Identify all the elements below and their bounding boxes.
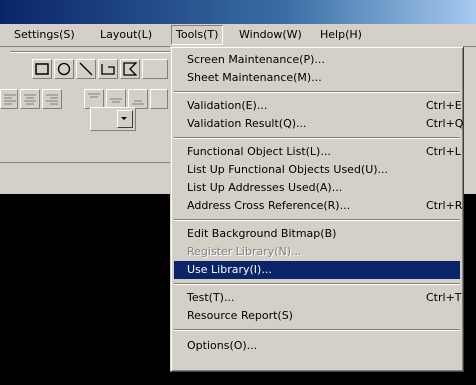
menu-item-shortcut: Ctrl+E	[426, 99, 462, 112]
polyline-icon	[101, 64, 115, 75]
line-tool-button[interactable]	[76, 59, 96, 79]
menu-item-register-library: Register Library(N)...	[174, 243, 460, 261]
menu-item-list-up-addresses[interactable]: List Up Addresses Used(A)...	[174, 179, 460, 197]
valign-middle-button[interactable]	[106, 89, 126, 109]
menu-item-sheet-maintenance[interactable]: Sheet Maintenance(M)...	[174, 69, 460, 87]
dropdown-button[interactable]	[117, 110, 133, 128]
menu-item-resource-report[interactable]: Resource Report(S)	[174, 307, 460, 325]
menu-item-address-cross-reference[interactable]: Address Cross Reference(R)... Ctrl+R	[174, 197, 463, 215]
align-bottom-icon	[132, 100, 144, 105]
align-top-icon	[88, 93, 100, 98]
style-dropdown[interactable]	[90, 107, 136, 131]
align-left-button[interactable]	[0, 89, 18, 109]
menu-item-options[interactable]: Options(O)...	[174, 337, 460, 355]
menu-separator	[174, 219, 460, 221]
menu-layout[interactable]: Layout(L)	[96, 26, 156, 44]
menu-item-shortcut: Ctrl+Q	[426, 117, 464, 130]
menu-item-label: Sheet Maintenance(M)...	[187, 71, 322, 84]
menu-separator	[174, 283, 460, 285]
menu-separator	[174, 137, 460, 139]
menu-window[interactable]: Window(W)	[235, 26, 306, 44]
menu-separator	[174, 91, 460, 93]
align-right-button[interactable]	[42, 89, 62, 109]
circle-tool-button[interactable]	[54, 59, 74, 79]
more-align-button[interactable]	[150, 89, 168, 109]
menu-item-validation-result[interactable]: Validation Result(Q)... Ctrl+Q	[174, 115, 464, 133]
polyline-tool-button[interactable]	[98, 59, 118, 79]
menu-item-label: Resource Report(S)	[187, 309, 293, 322]
menu-separator	[174, 329, 460, 331]
align-center-button[interactable]	[20, 89, 40, 109]
menu-item-label: List Up Functional Objects Used(U)...	[187, 163, 389, 176]
menu-item-shortcut: Ctrl+L	[426, 145, 461, 158]
more-shapes-button[interactable]	[142, 59, 168, 79]
toolbar-divider-highlight	[10, 52, 170, 53]
rectangle-tool-button[interactable]	[32, 59, 52, 79]
align-right-icon	[46, 94, 58, 105]
valign-top-button[interactable]	[84, 89, 104, 109]
title-bar	[0, 0, 476, 24]
menu-item-use-library[interactable]: Use Library(I)...	[174, 261, 460, 279]
tools-dropdown-menu: Screen Maintenance(P)... Sheet Maintenan…	[170, 46, 464, 372]
menu-help[interactable]: Help(H)	[316, 26, 366, 44]
menu-item-label: Address Cross Reference(R)...	[187, 199, 351, 212]
toolbar-bottom-divider	[0, 162, 170, 163]
menu-item-list-up-functional-objects[interactable]: List Up Functional Objects Used(U)...	[174, 161, 460, 179]
menu-tools[interactable]: Tools(T)	[171, 25, 224, 45]
menu-item-label: Validation Result(Q)...	[187, 117, 307, 130]
align-left-icon	[4, 94, 16, 105]
menu-item-label: Register Library(N)...	[187, 245, 302, 258]
chevron-down-icon	[121, 117, 127, 120]
align-middle-icon	[110, 98, 122, 103]
polygon-icon	[123, 62, 137, 76]
menu-item-label: Test(T)...	[187, 291, 235, 304]
menu-item-shortcut: Ctrl+T	[426, 291, 462, 304]
menu-item-validation[interactable]: Validation(E)... Ctrl+E	[174, 97, 462, 115]
polygon-tool-button[interactable]	[120, 59, 140, 79]
circle-icon	[57, 62, 71, 76]
menu-item-edit-background-bitmap[interactable]: Edit Background Bitmap(B)	[174, 225, 460, 243]
menu-item-shortcut: Ctrl+R	[426, 199, 463, 212]
menu-item-label: Screen Maintenance(P)...	[187, 53, 325, 66]
menu-settings[interactable]: Settings(S)	[10, 26, 79, 44]
menu-item-functional-object-list[interactable]: Functional Object List(L)... Ctrl+L	[174, 143, 461, 161]
menu-item-test[interactable]: Test(T)... Ctrl+T	[174, 289, 462, 307]
menu-item-label: Options(O)...	[187, 339, 258, 352]
menu-item-label: List Up Addresses Used(A)...	[187, 181, 343, 194]
menu-item-label: Edit Background Bitmap(B)	[187, 227, 337, 240]
menu-item-label: Use Library(I)...	[187, 263, 272, 276]
align-center-icon	[24, 94, 36, 105]
menu-item-screen-maintenance[interactable]: Screen Maintenance(P)...	[174, 51, 460, 69]
menu-item-label: Functional Object List(L)...	[187, 145, 331, 158]
diagonal-line-icon	[79, 62, 93, 76]
valign-bottom-button[interactable]	[128, 89, 148, 109]
menu-item-label: Validation(E)...	[187, 99, 268, 112]
menu-bar: Settings(S) Layout(L) Tools(T) Window(W)…	[0, 24, 476, 47]
rectangle-icon	[35, 63, 49, 75]
